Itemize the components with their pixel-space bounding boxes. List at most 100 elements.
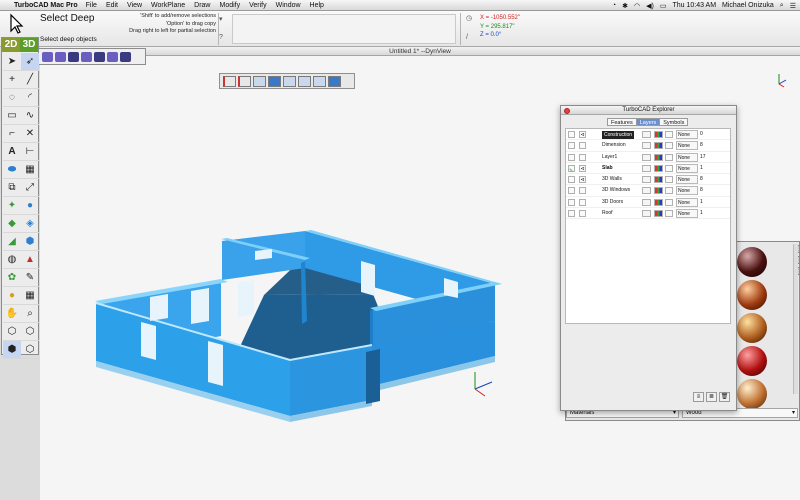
- menu-modify[interactable]: Modify: [220, 2, 241, 9]
- lathe-tool-icon[interactable]: ◍: [3, 251, 21, 269]
- layer-row[interactable]: Layer1 None 17: [566, 152, 730, 163]
- layer-color-swatch[interactable]: [642, 164, 651, 172]
- menu-help[interactable]: Help: [310, 2, 324, 9]
- layer-lock-icon[interactable]: [579, 153, 586, 161]
- material-swatch[interactable]: [737, 346, 767, 376]
- layer-row[interactable]: 3D Windows None 8: [566, 185, 730, 197]
- layer-print-checkbox[interactable]: [665, 176, 673, 184]
- select-deep-icon[interactable]: ➶: [21, 53, 39, 71]
- select-deep-option-icon[interactable]: [120, 51, 131, 62]
- curve-tool-icon[interactable]: ∿: [21, 107, 39, 125]
- layer-row[interactable]: ⊲ Construction None 0: [566, 129, 730, 141]
- layer-visible-checkbox[interactable]: [568, 131, 575, 138]
- menu-view[interactable]: View: [127, 2, 142, 9]
- grid-view-icon[interactable]: ▦: [21, 287, 39, 305]
- layer-linetype[interactable]: None: [676, 152, 698, 162]
- layer-material-icon[interactable]: [654, 142, 663, 150]
- material-swatch[interactable]: [737, 247, 767, 277]
- layer-lock-icon[interactable]: ⊲: [579, 131, 586, 138]
- mesh-tool-icon[interactable]: ✿: [3, 269, 21, 287]
- zoom-icon[interactable]: ⌕: [21, 305, 39, 323]
- layer-material-icon[interactable]: [654, 131, 663, 138]
- layer-print-checkbox[interactable]: [665, 198, 673, 206]
- layer-material-icon[interactable]: [654, 187, 663, 195]
- layer-color-swatch[interactable]: [642, 198, 651, 206]
- layer-color-swatch[interactable]: [642, 131, 651, 138]
- tab-symbols[interactable]: Symbols: [659, 118, 689, 126]
- layer-print-checkbox[interactable]: [665, 131, 673, 138]
- shaded-cube-icon[interactable]: ⬢: [3, 341, 21, 359]
- tab-features[interactable]: Features: [607, 118, 637, 126]
- layer-material-icon[interactable]: [654, 210, 663, 218]
- cone-tool-icon[interactable]: ▲: [21, 251, 39, 269]
- arc-tool-icon[interactable]: ◜: [21, 89, 39, 107]
- menu-edit[interactable]: Edit: [106, 2, 118, 9]
- menu-clock[interactable]: Thu 10:43 AM: [672, 2, 716, 9]
- layer-name[interactable]: 3D Walls: [602, 174, 622, 185]
- tab-layers[interactable]: Layers: [635, 118, 661, 126]
- select-deep-option-icon[interactable]: [94, 51, 105, 62]
- layer-visible-checkbox[interactable]: ✎: [568, 164, 575, 174]
- layer-row[interactable]: Roof None 1: [566, 208, 730, 220]
- volume-icon[interactable]: ◀): [646, 2, 654, 10]
- menu-workplane[interactable]: WorkPlane: [151, 2, 185, 9]
- select-deep-option-icon[interactable]: [107, 51, 118, 62]
- render-cube-icon[interactable]: ⬡: [21, 341, 39, 359]
- layer-lock-icon[interactable]: [579, 198, 586, 206]
- layer-linetype[interactable]: None: [676, 141, 698, 151]
- menu-verify[interactable]: Verify: [249, 2, 267, 9]
- layer-visible-checkbox[interactable]: [568, 176, 575, 184]
- material-tool-icon[interactable]: ●: [3, 287, 21, 305]
- layer-color-swatch[interactable]: [642, 210, 651, 218]
- layer-print-checkbox[interactable]: [665, 210, 673, 218]
- rectangle-tool-icon[interactable]: ▭: [3, 107, 21, 125]
- layer-color-swatch[interactable]: [642, 176, 651, 184]
- layer-linetype[interactable]: None: [676, 186, 698, 196]
- inspector-help-button[interactable]: ?: [219, 34, 223, 41]
- slash-icon[interactable]: /: [466, 34, 468, 41]
- layer-row[interactable]: ⊲ 3D Walls None 8: [566, 174, 730, 186]
- line-tool-icon[interactable]: ╱: [21, 71, 39, 89]
- extrude-tool-icon[interactable]: ◆: [3, 215, 21, 233]
- inspector-properties-field[interactable]: [232, 14, 456, 44]
- tab-3d[interactable]: 3D: [20, 38, 38, 52]
- layer-material-icon[interactable]: [654, 164, 663, 172]
- modify-tool-icon[interactable]: ⧉: [3, 179, 21, 197]
- scale-tool-icon[interactable]: ⤢: [21, 179, 39, 197]
- layer-color-swatch[interactable]: [642, 187, 651, 195]
- layer-linetype[interactable]: None: [676, 130, 698, 139]
- layer-print-checkbox[interactable]: [665, 187, 673, 195]
- layer-row[interactable]: 3D Doors None 1: [566, 197, 730, 209]
- layer-lock-icon[interactable]: [579, 142, 586, 150]
- layer-linetype[interactable]: None: [676, 209, 698, 219]
- layer-name[interactable]: Slab: [602, 163, 613, 174]
- menu-draw[interactable]: Draw: [194, 2, 210, 9]
- select-deep-option-icon[interactable]: [81, 51, 92, 62]
- sphere-tool-icon[interactable]: ●: [21, 197, 39, 215]
- layer-row[interactable]: ✎ ⊲ Slab None 1: [566, 163, 730, 175]
- shell-tool-icon[interactable]: ✦: [3, 197, 21, 215]
- delete-layer-icon[interactable]: 🗑: [719, 392, 730, 402]
- select-deep-option-icon[interactable]: [42, 51, 53, 62]
- circle-tool-icon[interactable]: ◌: [3, 89, 21, 107]
- close-icon[interactable]: [564, 107, 570, 114]
- time-machine-icon[interactable]: ◔: [612, 2, 616, 9]
- wireframe-cube-icon[interactable]: ⬡: [3, 323, 21, 341]
- layer-color-swatch[interactable]: [642, 142, 651, 150]
- layer-color-swatch[interactable]: [642, 153, 651, 161]
- layer-linetype[interactable]: None: [676, 163, 698, 173]
- tab-2d[interactable]: 2D: [2, 38, 20, 52]
- layer-lock-icon[interactable]: [579, 187, 586, 195]
- select-deep-option-icon[interactable]: [55, 51, 66, 62]
- layer-material-icon[interactable]: [654, 153, 663, 161]
- spotlight-icon[interactable]: ⌕: [780, 2, 784, 10]
- layer-lock-icon[interactable]: ⊲: [579, 164, 586, 172]
- layer-name[interactable]: Roof: [602, 208, 613, 219]
- wifi-icon[interactable]: ◠: [634, 2, 640, 10]
- notification-icon[interactable]: ☰: [790, 2, 796, 10]
- layer-linetype[interactable]: None: [676, 175, 698, 185]
- battery-icon[interactable]: ▭: [660, 2, 667, 10]
- cylinder-tool-icon[interactable]: ⬢: [21, 233, 39, 251]
- layer-material-icon[interactable]: [654, 198, 663, 206]
- bluetooth-icon[interactable]: ✱: [622, 2, 628, 10]
